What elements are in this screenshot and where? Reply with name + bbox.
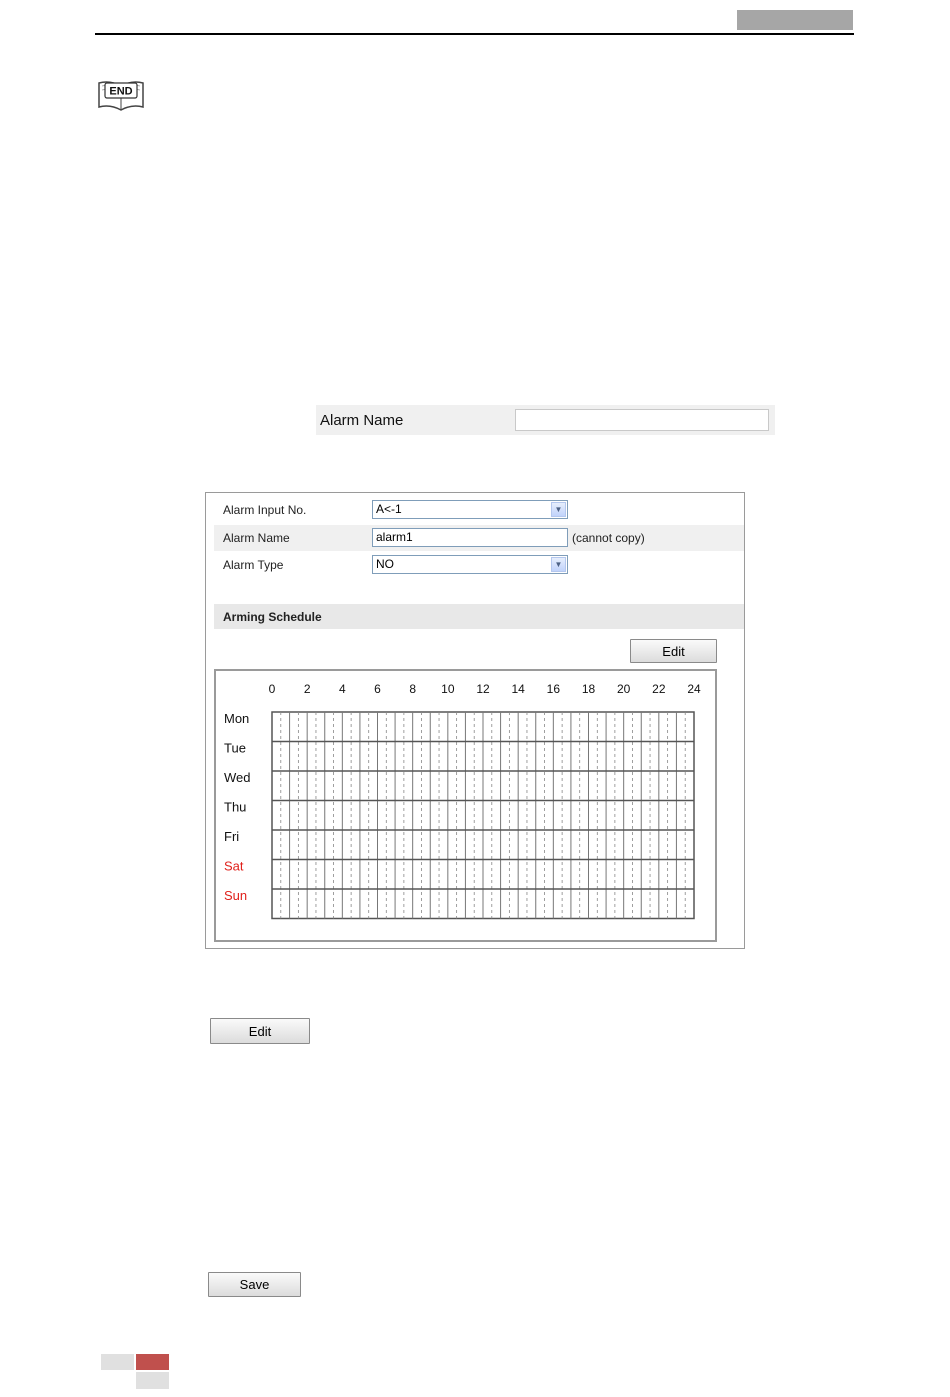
schedule-grid[interactable]: 0 2 4 6 8 10 12 14 16 18 20 22 24 Mon Tue Wed Thu Fri Sat S… <box>214 669 717 942</box>
footer-red-block <box>136 1354 169 1370</box>
alarm-type-label: Alarm Type <box>223 558 284 572</box>
hour-tick-label: 14 <box>511 682 525 696</box>
day-label: Tue <box>224 741 246 756</box>
alarm-name-snippet: Alarm Name <box>316 405 775 435</box>
day-label: Sun <box>224 888 247 903</box>
alarm-input-no-label: Alarm Input No. <box>223 503 307 517</box>
alarm-input-no-row: Alarm Input No. A<-1 ▼ <box>214 497 744 523</box>
day-label: Sat <box>224 859 244 874</box>
day-label: Thu <box>224 800 246 815</box>
alarm-input-no-select[interactable]: A<-1 ▼ <box>372 500 568 519</box>
cannot-copy-note: (cannot copy) <box>572 531 645 545</box>
schedule-grid-svg[interactable]: 0 2 4 6 8 10 12 14 16 18 20 22 24MonTueWedThuFriSatS… <box>216 671 715 940</box>
hour-tick-label: 16 <box>547 682 561 696</box>
alarm-type-select[interactable]: NO ▼ <box>372 555 568 574</box>
day-label: Wed <box>224 770 251 785</box>
schedule-edit-button[interactable]: Edit <box>630 639 717 663</box>
hour-tick-label: 24 <box>687 682 701 696</box>
hour-tick-label: 2 <box>304 682 311 696</box>
footer-gray-block <box>101 1354 134 1370</box>
alarm-name-label: Alarm Name <box>223 531 290 545</box>
day-label: Fri <box>224 829 239 844</box>
hour-tick-label: 18 <box>582 682 596 696</box>
chevron-down-icon[interactable]: ▼ <box>551 502 566 517</box>
alarm-name-snippet-input[interactable] <box>515 409 769 431</box>
alarm-input-panel: Alarm Input No. A<-1 ▼ Alarm Name alarm1… <box>205 492 745 949</box>
hour-tick-label: 6 <box>374 682 381 696</box>
footer-gray-block-2 <box>136 1372 169 1389</box>
alarm-name-row: Alarm Name alarm1 (cannot copy) <box>214 525 744 551</box>
chevron-down-icon[interactable]: ▼ <box>551 557 566 572</box>
alarm-name-input[interactable]: alarm1 <box>372 528 568 547</box>
header-rule <box>95 33 854 35</box>
hour-tick-label: 0 <box>269 682 276 696</box>
hour-tick-label: 8 <box>409 682 416 696</box>
hour-tick-label: 4 <box>339 682 346 696</box>
end-book-icon: END <box>98 81 144 111</box>
alarm-name-snippet-label: Alarm Name <box>320 412 404 429</box>
header-tag <box>737 10 853 30</box>
hour-tick-label: 22 <box>652 682 666 696</box>
arming-schedule-header: Arming Schedule <box>214 604 744 629</box>
hour-tick-label: 12 <box>476 682 490 696</box>
hour-tick-label: 20 <box>617 682 631 696</box>
end-icon-text: END <box>109 86 132 98</box>
alarm-input-no-value: A<-1 <box>376 502 402 516</box>
save-button[interactable]: Save <box>208 1272 301 1297</box>
arming-schedule-title: Arming Schedule <box>223 610 322 624</box>
alarm-type-row: Alarm Type NO ▼ <box>214 552 744 578</box>
edit-button[interactable]: Edit <box>210 1018 310 1044</box>
alarm-type-value: NO <box>376 557 394 571</box>
day-label: Mon <box>224 711 249 726</box>
hour-tick-label: 10 <box>441 682 455 696</box>
